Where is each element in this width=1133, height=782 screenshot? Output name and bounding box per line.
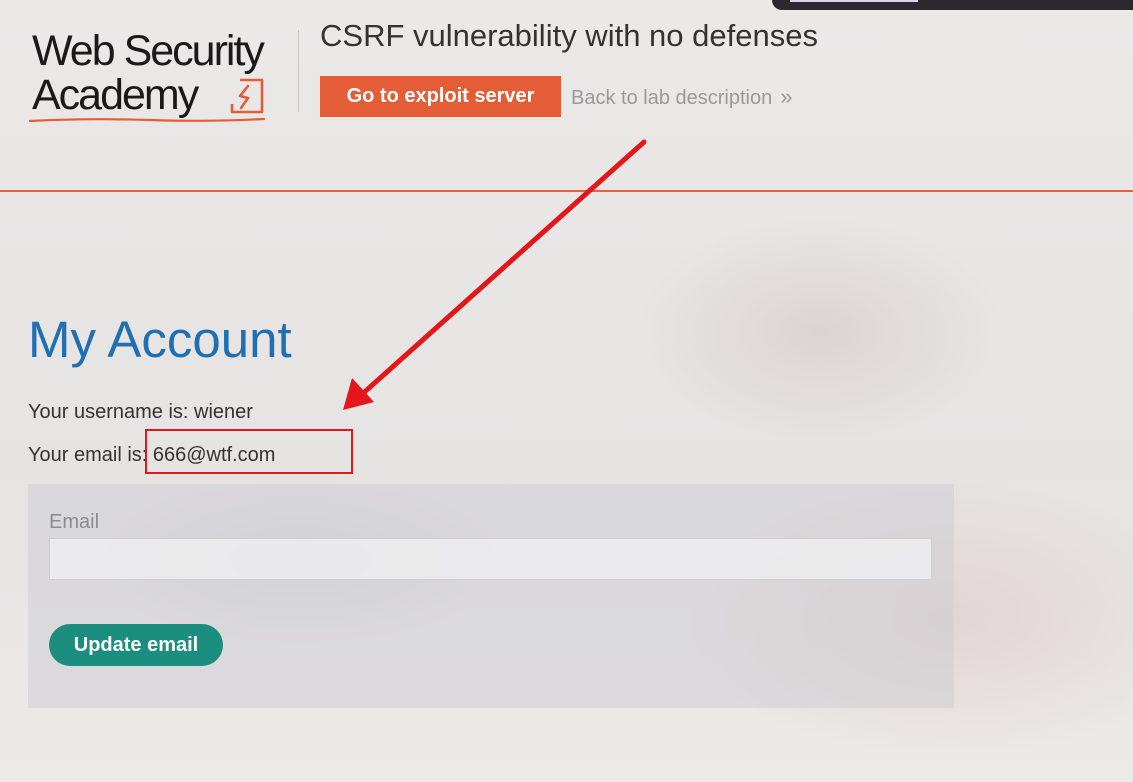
logo-text-line1: Web Security: [32, 27, 265, 75]
update-email-button[interactable]: Update email: [49, 624, 223, 666]
change-email-form: Email Update email: [28, 484, 954, 708]
web-security-academy-logo[interactable]: Web Security Academy: [28, 28, 296, 124]
logo-underline-icon: [28, 117, 266, 123]
page-title: My Account: [28, 311, 292, 368]
email-prefix: Your email is:: [28, 444, 153, 466]
email-highlight-box: [145, 429, 353, 474]
username-value: wiener: [194, 401, 253, 423]
lab-header: Web Security Academy CSRF vulnerability …: [0, 0, 1133, 192]
logo-text-line2: Academy: [32, 71, 199, 119]
back-to-lab-description-link[interactable]: Back to lab description »: [571, 84, 792, 110]
header-divider: [298, 30, 299, 112]
double-chevron-right-icon: »: [780, 84, 793, 109]
browser-overlay-highlight: [790, 0, 918, 2]
account-main: My Account Your username is: wiener Your…: [0, 192, 1133, 782]
username-prefix: Your username is:: [28, 401, 195, 423]
go-to-exploit-server-button[interactable]: Go to exploit server: [320, 76, 561, 117]
back-link-label: Back to lab description: [571, 87, 773, 109]
email-field-label: Email: [49, 511, 100, 533]
browser-overlay-strip: [772, 0, 1133, 10]
lab-title: CSRF vulnerability with no defenses: [320, 18, 818, 53]
username-line: Your username is: wiener: [28, 401, 253, 424]
email-field[interactable]: [49, 538, 932, 580]
lightning-bolt-icon: [230, 78, 264, 114]
